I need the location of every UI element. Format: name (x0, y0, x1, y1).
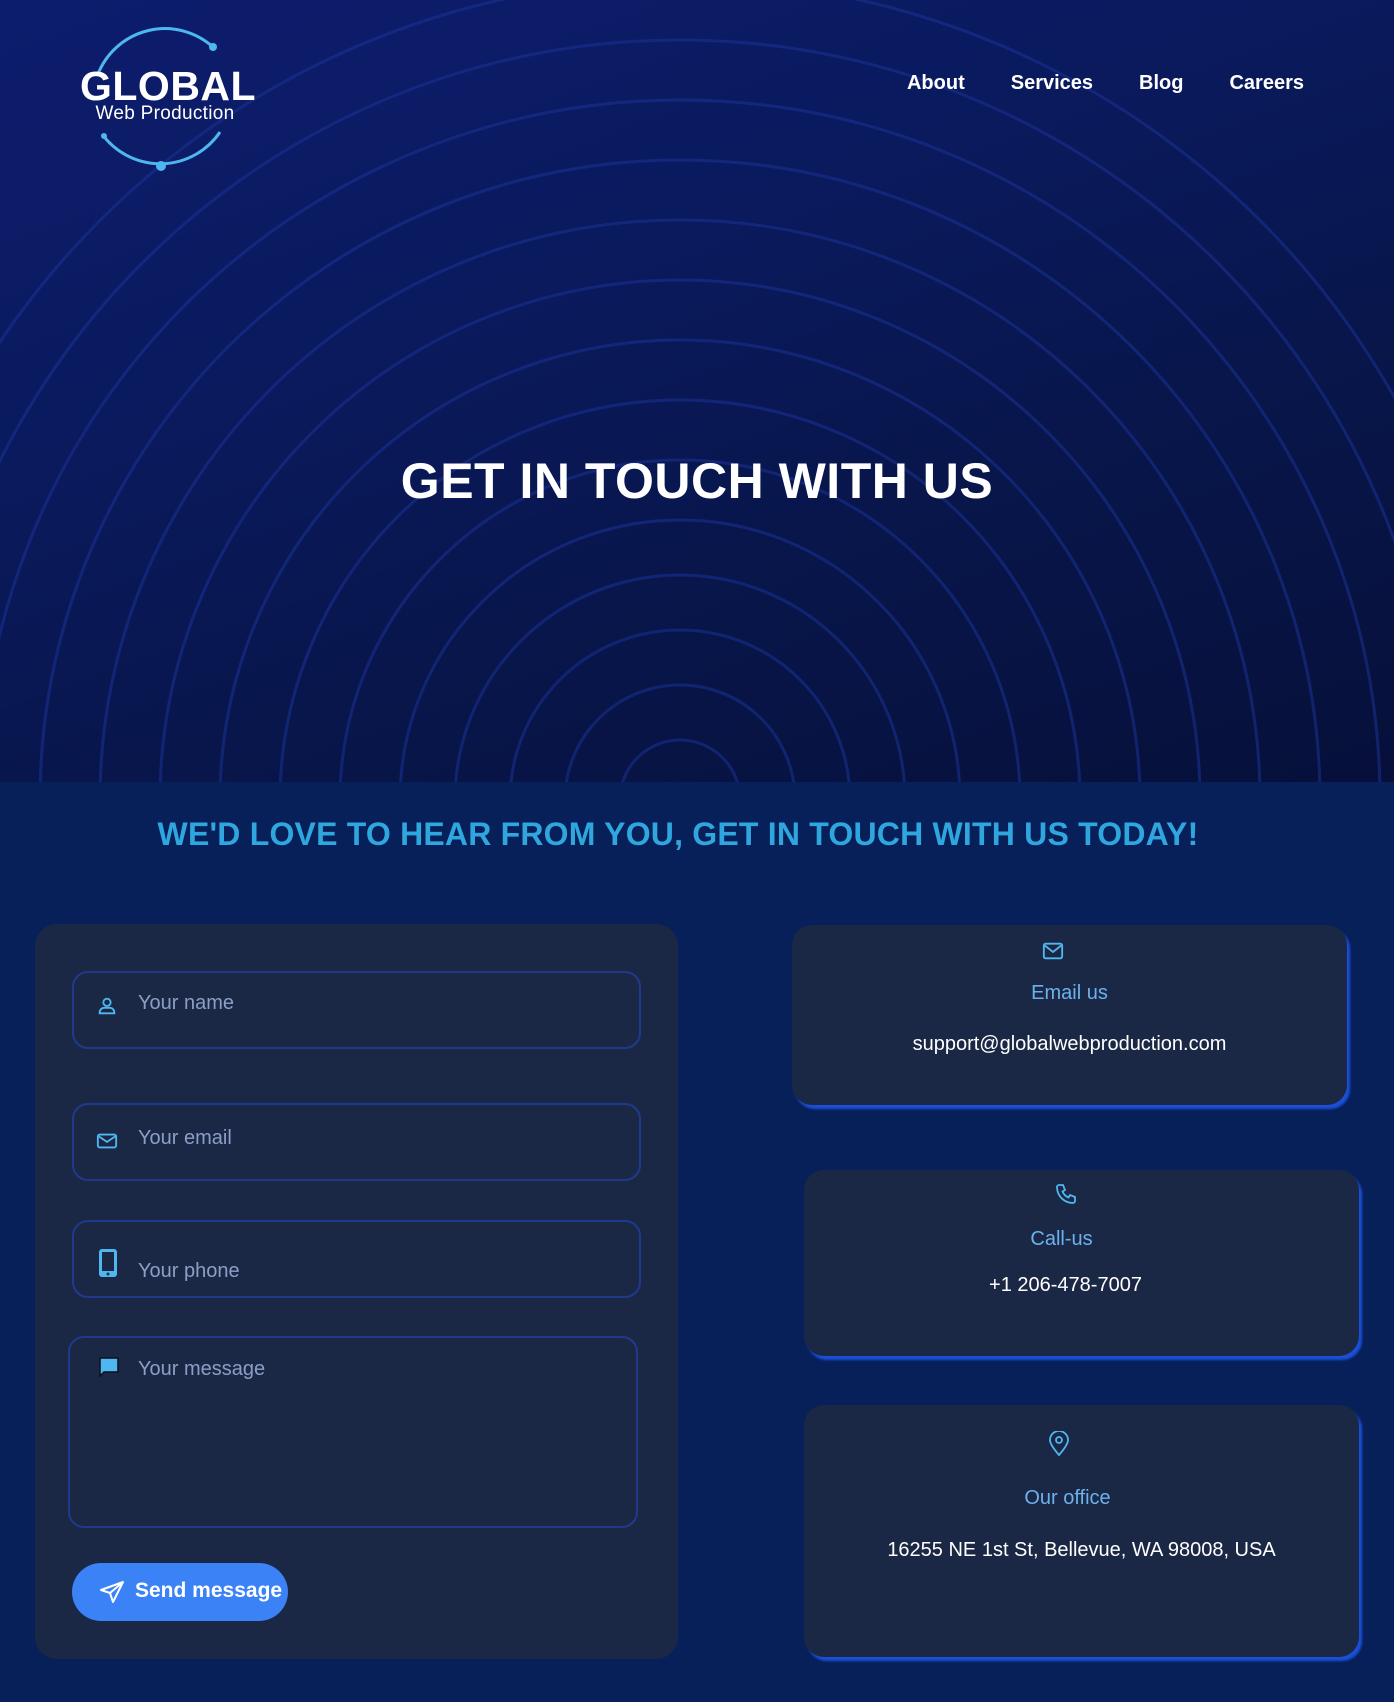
phone-contact-card: Call-us +1 206-478-7007 (804, 1170, 1359, 1356)
hero-section: GLOBAL Web Production About Services Blo… (0, 0, 1394, 782)
office-address: 16255 NE 1st St, Bellevue, WA 98008, USA (887, 1539, 1276, 1561)
phone-field[interactable]: Your phone (72, 1220, 641, 1298)
phone-placeholder: Your phone (138, 1260, 240, 1282)
phone-card-title: Call-us (1030, 1228, 1093, 1250)
phone-number[interactable]: +1 206-478-7007 (788, 1274, 1343, 1297)
name-placeholder: Your name (138, 992, 234, 1014)
send-button-label: Send message (135, 1579, 283, 1602)
smartphone-icon (98, 1248, 118, 1283)
mail-icon (1042, 941, 1064, 966)
send-icon (99, 1580, 125, 1607)
message-field[interactable]: Your message (68, 1336, 638, 1528)
send-message-button[interactable]: Send message (72, 1563, 288, 1621)
map-pin-icon (1047, 1430, 1071, 1462)
email-field[interactable]: Your email (72, 1103, 641, 1181)
main-nav: About Services Blog Careers (907, 72, 1304, 95)
nav-link-careers[interactable]: Careers (1229, 72, 1304, 95)
brand-logo[interactable]: GLOBAL Web Production (80, 22, 257, 172)
office-card-title: Our office (1024, 1487, 1111, 1509)
chat-bubble-icon (98, 1356, 120, 1383)
mail-icon (96, 1131, 118, 1156)
message-placeholder: Your message (138, 1358, 266, 1380)
logo-wordmark: GLOBAL (80, 63, 257, 109)
nav-link-services[interactable]: Services (1011, 72, 1093, 95)
email-card-title: Email us (1031, 982, 1108, 1004)
email-placeholder: Your email (138, 1127, 232, 1149)
name-field[interactable]: Your name (72, 971, 641, 1049)
user-icon (96, 995, 118, 1022)
nav-link-about[interactable]: About (907, 72, 965, 95)
email-contact-card: Email us support@globalwebproduction.com (792, 925, 1347, 1105)
page-title: GET IN TOUCH WITH US (400, 453, 994, 509)
logo-subtitle: Web Production (95, 103, 235, 124)
contact-form: Your name Your email Your phone Your mes… (35, 924, 678, 1659)
office-contact-card: Our office 16255 NE 1st St, Bellevue, WA… (804, 1405, 1359, 1657)
email-address[interactable]: support@globalwebproduction.com (792, 1033, 1347, 1056)
section-subheading: WE'D LOVE TO HEAR FROM YOU, GET IN TOUCH… (157, 816, 1199, 852)
phone-icon (1054, 1182, 1078, 1211)
nav-link-blog[interactable]: Blog (1139, 72, 1183, 95)
